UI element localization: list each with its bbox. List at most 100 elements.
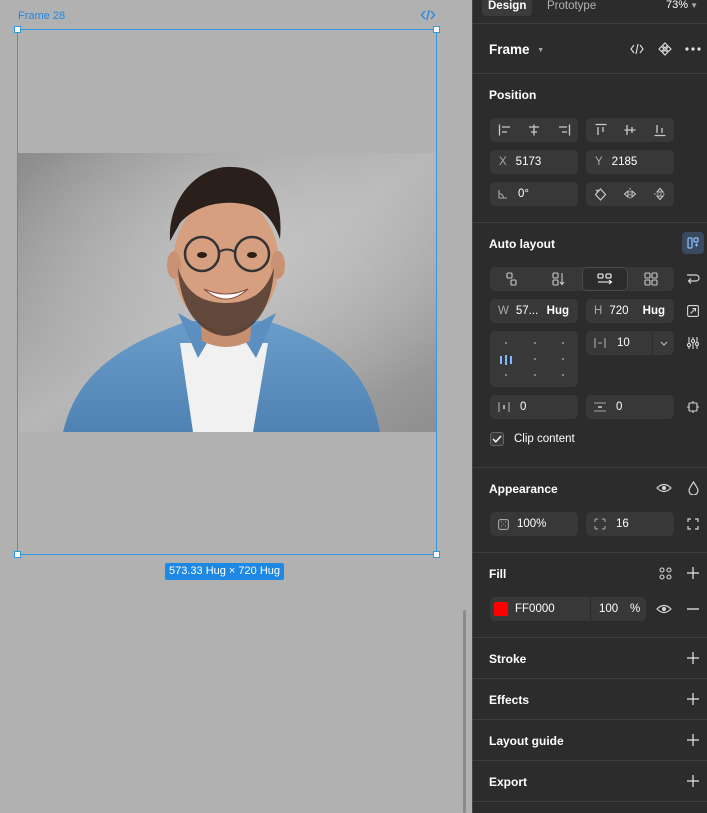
corner-radius-field[interactable]: 16	[586, 512, 674, 536]
y-position-field[interactable]: Y 2185	[586, 150, 674, 174]
angle-icon	[498, 189, 508, 199]
freeform-layout-icon[interactable]	[490, 267, 536, 291]
width-value: 57...	[515, 305, 539, 317]
size-badge: 573.33 Hug × 720 Hug	[165, 563, 285, 580]
divider	[473, 801, 707, 802]
clip-content-checkbox[interactable]	[490, 432, 504, 446]
add-stroke-icon[interactable]	[684, 650, 702, 666]
x-position-field[interactable]: X 5173	[490, 150, 578, 174]
align-dot[interactable]	[505, 342, 507, 344]
rotation-field[interactable]: 0°	[490, 182, 578, 206]
individual-corners-icon[interactable]	[684, 516, 702, 532]
add-export-icon[interactable]	[684, 773, 702, 789]
zoom-dropdown[interactable]: 73% ▼	[666, 0, 698, 11]
selection-title-dropdown[interactable]: Frame ▼	[489, 42, 544, 57]
tab-prototype[interactable]: Prototype	[547, 0, 596, 16]
code-icon[interactable]	[628, 41, 646, 57]
vertical-layout-icon[interactable]	[536, 267, 582, 291]
opacity-icon	[498, 518, 509, 530]
appearance-section-title: Appearance	[489, 482, 558, 496]
panel-tabs: Design Prototype 73% ▼	[473, 0, 707, 24]
fill-color-field[interactable]: FF0000 100 %	[490, 597, 646, 621]
align-right-icon[interactable]	[549, 118, 578, 142]
divider	[473, 467, 707, 468]
divider	[590, 597, 591, 621]
width-mode[interactable]: Hug	[547, 305, 569, 317]
flip-vertical-icon[interactable]	[645, 182, 674, 206]
align-left-center-icon[interactable]	[499, 354, 513, 365]
clip-content-label[interactable]: Clip content	[514, 433, 575, 445]
width-label: W	[498, 305, 509, 317]
frame-name-label[interactable]: Frame 28	[18, 10, 65, 22]
alignment-grid[interactable]	[490, 331, 578, 387]
vertical-padding-field[interactable]: 0	[586, 395, 674, 419]
code-icon[interactable]	[420, 8, 436, 22]
tab-design[interactable]: Design	[482, 0, 533, 16]
align-vertical-center-icon[interactable]	[615, 118, 645, 142]
horizontal-layout-icon[interactable]	[582, 267, 628, 291]
flip-horizontal-icon[interactable]	[615, 182, 645, 206]
corner-radius-icon	[594, 518, 606, 530]
canvas[interactable]: Frame 28 573.33 Hug × 720 Hug	[0, 0, 472, 813]
align-dot[interactable]	[505, 374, 507, 376]
align-dot[interactable]	[534, 358, 536, 360]
align-top-icon[interactable]	[586, 118, 615, 142]
blend-mode-icon[interactable]	[684, 479, 702, 497]
align-bottom-icon[interactable]	[645, 118, 674, 142]
zoom-level: 73%	[666, 0, 689, 11]
selection-type-label: Frame	[489, 42, 530, 57]
styles-grid-icon[interactable]	[656, 565, 674, 581]
height-label: H	[594, 305, 603, 317]
fill-opacity-value[interactable]: 100	[599, 603, 618, 615]
fill-section-title: Fill	[489, 567, 507, 581]
portrait-photo[interactable]	[18, 153, 436, 432]
align-left-icon[interactable]	[490, 118, 519, 142]
opacity-field[interactable]: 100%	[490, 512, 578, 536]
fill-hex-value[interactable]: FF0000	[515, 603, 555, 615]
wrap-icon[interactable]	[684, 271, 702, 287]
position-section-title: Position	[489, 88, 537, 102]
design-panel: Design Prototype 73%▼ Frame ▼ Position	[472, 0, 707, 813]
canvas-scrollbar[interactable]	[463, 610, 466, 813]
resize-handle-top-right[interactable]	[433, 26, 440, 33]
divider	[473, 678, 707, 679]
auto-layout-toggle-icon[interactable]	[682, 232, 704, 254]
gap-dropdown-chevron-icon[interactable]	[652, 331, 674, 355]
height-mode[interactable]: Hug	[643, 305, 665, 317]
align-dot[interactable]	[534, 374, 536, 376]
resize-to-fit-icon[interactable]	[684, 303, 702, 319]
x-label: X	[499, 156, 507, 168]
width-field[interactable]: W 57... Hug	[490, 299, 578, 323]
more-options-icon[interactable]	[683, 40, 703, 58]
align-dot[interactable]	[562, 374, 564, 376]
horizontal-padding-field[interactable]: 0	[490, 395, 578, 419]
rotate-icon[interactable]	[586, 182, 615, 206]
y-label: Y	[595, 156, 603, 168]
eye-icon[interactable]	[655, 602, 673, 616]
export-section-title: Export	[489, 775, 528, 789]
resize-handle-bottom-right[interactable]	[433, 551, 440, 558]
remove-fill-icon[interactable]	[684, 602, 702, 616]
chevron-down-icon: ▼	[690, 1, 698, 10]
layout-direction-group	[490, 267, 674, 291]
chevron-down-icon: ▼	[537, 46, 545, 54]
resize-handle-bottom-left[interactable]	[14, 551, 21, 558]
fill-color-swatch[interactable]	[494, 602, 508, 616]
divider	[473, 760, 707, 761]
eye-icon[interactable]	[655, 480, 673, 496]
height-field[interactable]: H 720 Hug	[586, 299, 674, 323]
align-dot[interactable]	[562, 358, 564, 360]
fill-opacity-unit: %	[630, 603, 641, 615]
grid-layout-icon[interactable]	[628, 267, 674, 291]
add-layout-guide-icon[interactable]	[684, 732, 702, 748]
component-icon[interactable]	[656, 40, 674, 58]
align-horizontal-center-icon[interactable]	[519, 118, 549, 142]
add-effect-icon[interactable]	[684, 691, 702, 707]
advanced-layout-settings-icon[interactable]	[684, 335, 702, 351]
gap-field[interactable]: 10	[586, 331, 674, 355]
add-fill-icon[interactable]	[684, 565, 702, 581]
resize-handle-top-left[interactable]	[14, 26, 21, 33]
individual-padding-icon[interactable]	[684, 399, 702, 415]
align-dot[interactable]	[534, 342, 536, 344]
align-dot[interactable]	[562, 342, 564, 344]
